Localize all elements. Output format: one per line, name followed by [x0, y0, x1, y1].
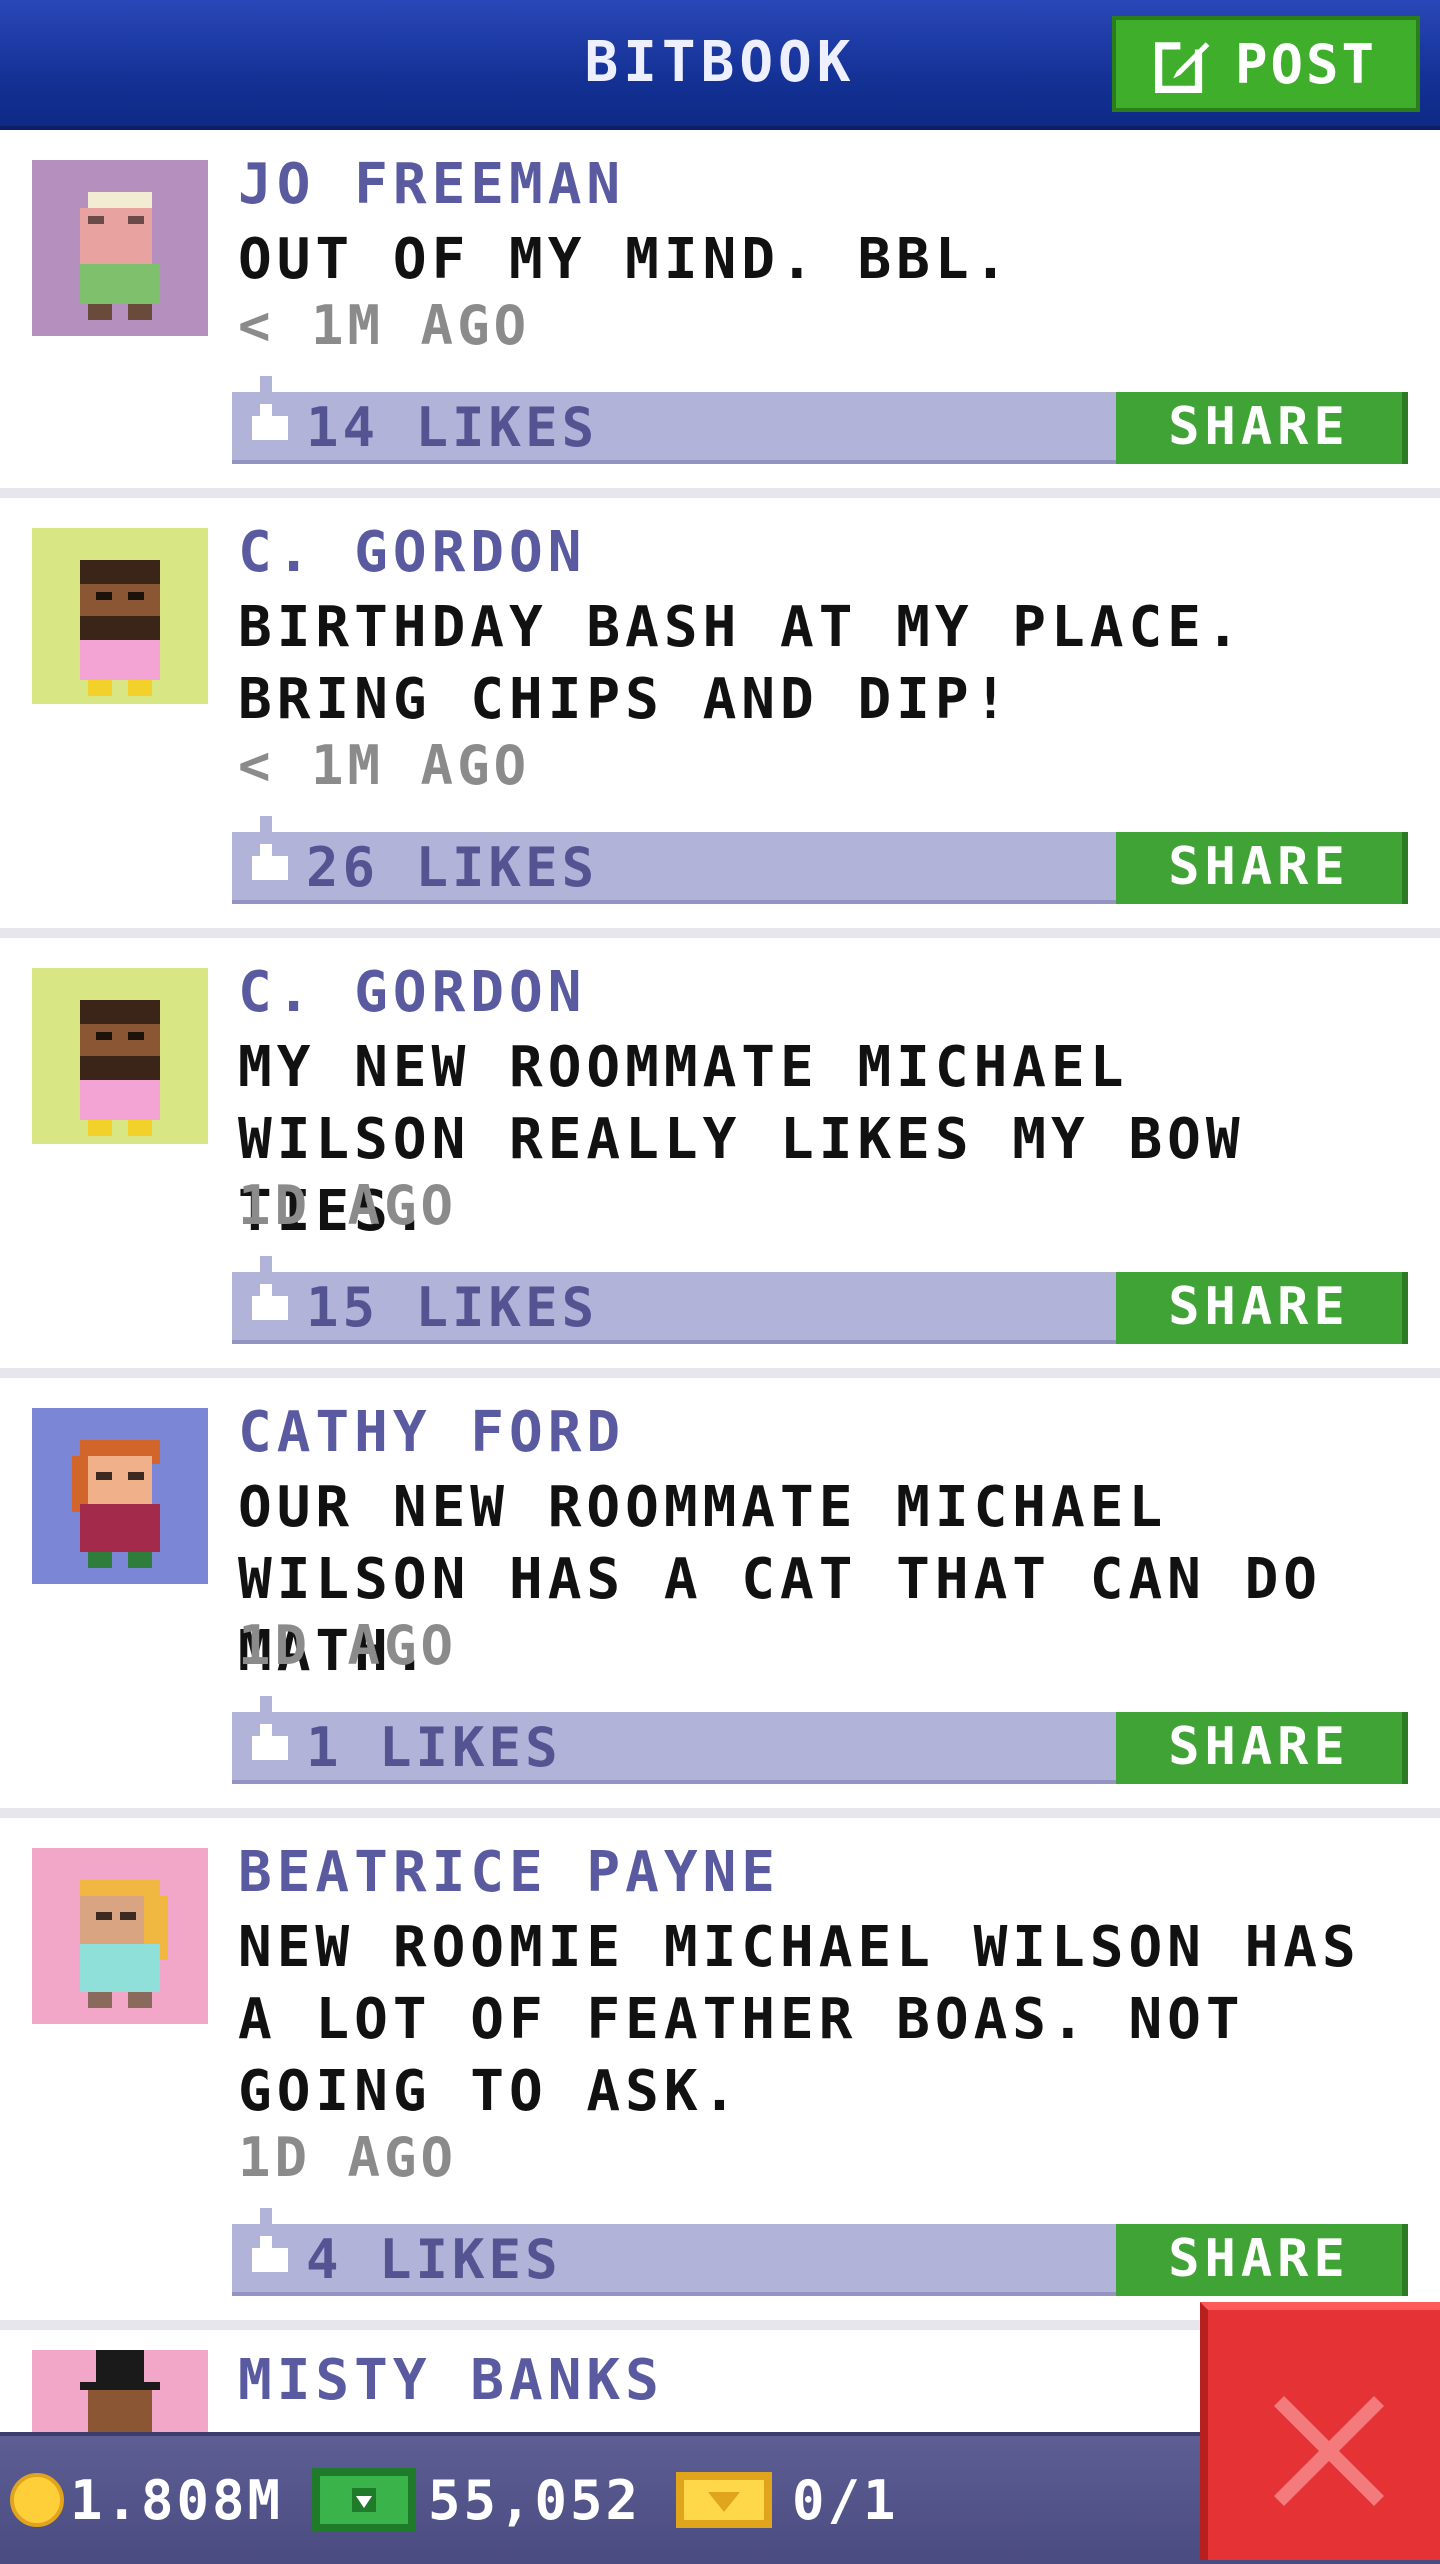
likes-bar: 15 LIKES SHARE	[232, 1256, 1408, 1344]
avatar-cathy-ford-icon	[32, 1408, 208, 1584]
bux-bill-icon	[312, 2468, 416, 2532]
post-author[interactable]: JO FREEMAN	[238, 152, 625, 217]
post-time: 1D AGO	[238, 1614, 458, 1677]
avatar	[32, 1408, 208, 1584]
post-author[interactable]: CATHY FORD	[238, 1400, 625, 1465]
app-header: BITBOOK POST	[0, 0, 1440, 130]
post-time: 1D AGO	[238, 1174, 458, 1237]
likes-count: 1 LIKES	[306, 1716, 562, 1779]
coins-value: 1.808M	[70, 2468, 284, 2532]
avatar	[32, 160, 208, 336]
avatar	[32, 968, 208, 1144]
likes-count: 4 LIKES	[306, 2228, 562, 2291]
compose-icon	[1154, 38, 1210, 93]
share-button[interactable]: SHARE	[1116, 1712, 1408, 1784]
post-time: 1D AGO	[238, 2126, 458, 2189]
ticket-icon	[676, 2472, 772, 2528]
feed-post: C. GORDON MY NEW ROOMMATE MICHAEL WILSON…	[0, 938, 1440, 1378]
post-author[interactable]: BEATRICE PAYNE	[238, 1840, 780, 1905]
post-text: NEW ROOMIE MICHAEL WILSON HAS A LOT OF F…	[238, 1915, 1361, 2124]
coins-counter[interactable]: 1.808M	[10, 2436, 283, 2564]
avatar-c-gordon-icon	[32, 528, 208, 704]
thumbs-up-icon[interactable]	[248, 816, 292, 888]
close-icon	[1274, 2396, 1384, 2506]
thumbs-up-icon[interactable]	[248, 2208, 292, 2280]
bux-value: 55,052	[428, 2468, 642, 2532]
feed-post: CATHY FORD OUR NEW ROOMMATE MICHAEL WILS…	[0, 1378, 1440, 1818]
tickets-counter[interactable]: 0/1	[676, 2436, 899, 2564]
post-text: BIRTHDAY BASH AT MY PLACE. BRING CHIPS A…	[238, 595, 1245, 732]
post-author[interactable]: C. GORDON	[238, 520, 586, 585]
thumbs-up-icon[interactable]	[248, 376, 292, 448]
post-time: < 1M AGO	[238, 294, 531, 357]
avatar	[32, 528, 208, 704]
post-time: < 1M AGO	[238, 734, 531, 797]
thumbs-up-icon[interactable]	[248, 1696, 292, 1768]
post-button-label: POST	[1234, 32, 1378, 96]
thumbs-up-icon[interactable]	[248, 1256, 292, 1328]
likes-count: 15 LIKES	[306, 1276, 599, 1339]
likes-count: 26 LIKES	[306, 836, 599, 899]
avatar	[32, 1848, 208, 2024]
post-author[interactable]: MISTY BANKS	[238, 2348, 664, 2413]
close-button[interactable]	[1200, 2302, 1440, 2560]
feed-post: JO FREEMAN OUT OF MY MIND. BBL. < 1M AGO…	[0, 130, 1440, 498]
avatar-c-gordon-icon	[32, 968, 208, 1144]
tickets-value: 0/1	[792, 2468, 899, 2532]
post-author[interactable]: C. GORDON	[238, 960, 586, 1025]
share-button[interactable]: SHARE	[1116, 392, 1408, 464]
coin-icon	[10, 2473, 64, 2527]
share-button[interactable]: SHARE	[1116, 832, 1408, 904]
post-text: OUT OF MY MIND. BBL.	[238, 227, 1013, 292]
avatar-jo-freeman-icon	[32, 160, 208, 336]
likes-bar: 14 LIKES SHARE	[232, 376, 1408, 464]
share-button[interactable]: SHARE	[1116, 1272, 1408, 1344]
feed-post: BEATRICE PAYNE NEW ROOMIE MICHAEL WILSON…	[0, 1818, 1440, 2330]
feed-post: C. GORDON BIRTHDAY BASH AT MY PLACE. BRI…	[0, 498, 1440, 938]
post-button[interactable]: POST	[1112, 16, 1420, 112]
likes-bar: 4 LIKES SHARE	[232, 2208, 1408, 2296]
avatar-beatrice-payne-icon	[32, 1848, 208, 2024]
likes-bar: 1 LIKES SHARE	[232, 1696, 1408, 1784]
likes-bar: 26 LIKES SHARE	[232, 816, 1408, 904]
likes-count: 14 LIKES	[306, 396, 599, 459]
feed: JO FREEMAN OUT OF MY MIND. BBL. < 1M AGO…	[0, 130, 1440, 2540]
share-button[interactable]: SHARE	[1116, 2224, 1408, 2296]
bux-counter[interactable]: 55,052	[312, 2436, 641, 2564]
